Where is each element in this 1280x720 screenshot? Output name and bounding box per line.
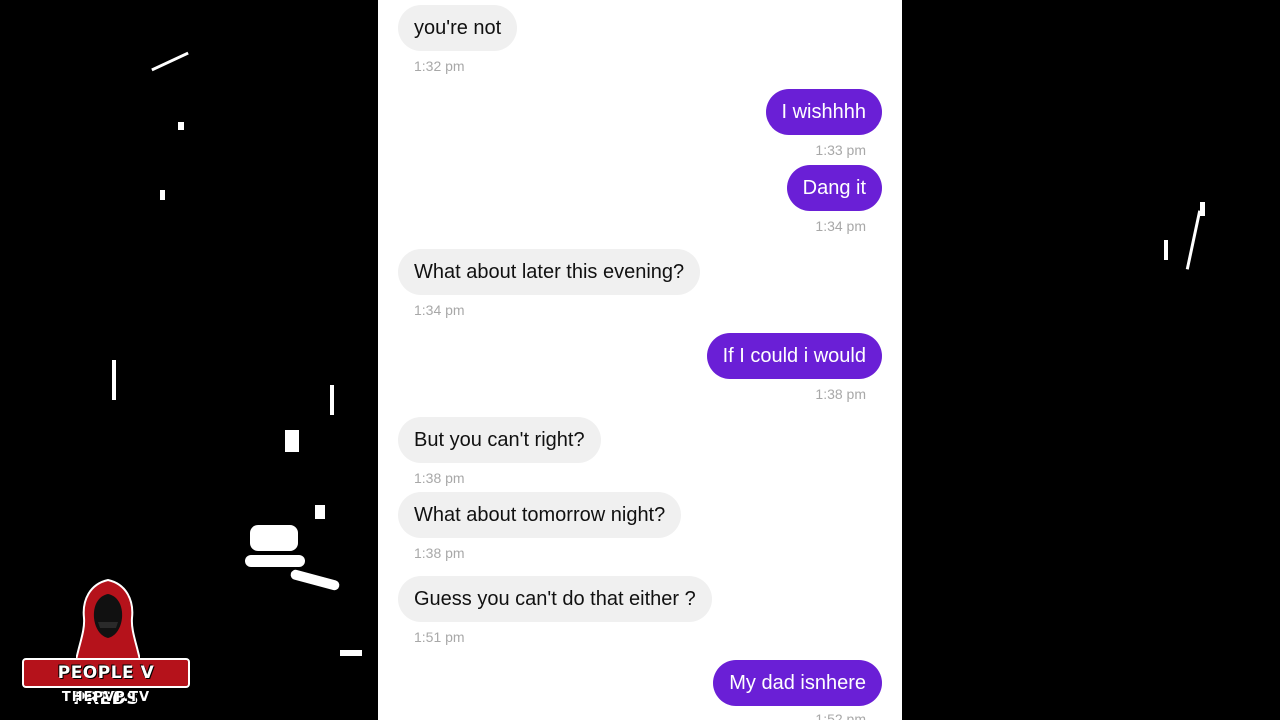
message-bubble-outgoing[interactable]: Dang it bbox=[786, 165, 882, 211]
message-bubble-incoming[interactable]: you're not bbox=[398, 5, 518, 51]
message-bubble-incoming[interactable]: What about tomorrow night? bbox=[398, 492, 682, 538]
message-timestamp: 1:33 pm bbox=[815, 142, 866, 158]
message-timestamp: 1:34 pm bbox=[815, 218, 866, 234]
hooded-figure-icon bbox=[76, 578, 140, 660]
message-timestamp: 1:38 pm bbox=[815, 386, 866, 402]
message-timestamp: 1:32 pm bbox=[414, 58, 465, 74]
message-timestamp: 1:34 pm bbox=[414, 302, 465, 318]
message-bubble-incoming[interactable]: What about later this evening? bbox=[398, 249, 701, 295]
message-bubble-incoming[interactable]: But you can't right? bbox=[398, 417, 601, 463]
message-bubble-incoming[interactable]: Guess you can't do that either ? bbox=[398, 576, 712, 622]
message-timestamp: 1:38 pm bbox=[414, 470, 465, 486]
right-backdrop bbox=[902, 0, 1280, 720]
message-bubble-outgoing[interactable]: If I could i would bbox=[706, 333, 882, 379]
channel-watermark: PEOPLE V PREDS THEPVP.TV bbox=[22, 578, 190, 709]
message-bubble-outgoing[interactable]: I wishhhh bbox=[765, 89, 882, 135]
message-timestamp: 1:51 pm bbox=[414, 629, 465, 645]
message-timestamp: 1:38 pm bbox=[414, 545, 465, 561]
watermark-title: PEOPLE V PREDS bbox=[22, 658, 190, 709]
video-frame: you're not 1:32 pm I wishhhh 1:33 pm Dan… bbox=[0, 0, 1280, 720]
chat-thread[interactable]: you're not 1:32 pm I wishhhh 1:33 pm Dan… bbox=[378, 0, 902, 720]
watermark-subtitle: THEPVP.TV bbox=[61, 690, 151, 705]
message-timestamp: 1:52 pm bbox=[815, 711, 866, 720]
message-bubble-outgoing[interactable]: My dad isnhere bbox=[713, 660, 882, 706]
